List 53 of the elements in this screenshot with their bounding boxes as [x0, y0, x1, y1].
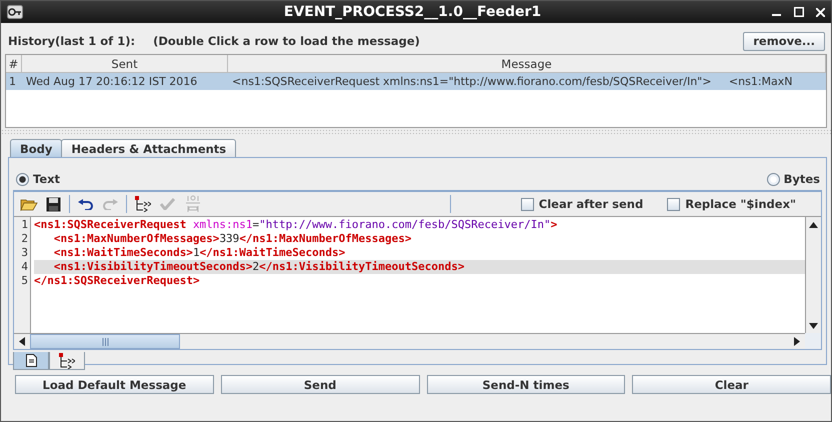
- view-tab[interactable]: [49, 352, 85, 370]
- line-number: 3: [20, 246, 29, 260]
- scroll-right-icon[interactable]: [794, 337, 800, 346]
- check-icon: [160, 198, 175, 210]
- column-header[interactable]: #: [6, 55, 22, 73]
- table-cell[interactable]: <ns1:SQSReceiverRequest xmlns:ns1="http://www.fiorano.com/fesb/SQSReceiver/In"> <ns1:MaxN: [228, 73, 826, 90]
- document-icon: [26, 354, 36, 367]
- history-label: History(last 1 of 1):: [8, 34, 136, 48]
- window-title: EVENT_PROCESS2__1.0__Feeder1: [282, 4, 542, 20]
- scroll-left-icon[interactable]: [19, 337, 25, 346]
- tree-icon: [134, 196, 150, 212]
- save-icon: [46, 196, 61, 212]
- close-icon[interactable]: [816, 8, 825, 16]
- checkbox-label: Replace "$index": [685, 197, 796, 211]
- tab[interactable]: Body: [10, 139, 62, 157]
- xml-icon: [184, 195, 200, 213]
- checkbox[interactable]: [667, 198, 680, 210]
- radio-button[interactable]: [766, 172, 780, 186]
- scroll-up-icon[interactable]: [809, 222, 818, 228]
- scroll-down-icon[interactable]: [809, 323, 818, 329]
- history-hint: (Double Click a row to load the message): [153, 34, 420, 48]
- checkbox[interactable]: [520, 198, 534, 210]
- code-line: <ns1:MaxNumberOfMessages>339</ns1:MaxNumberOfMessages>: [52, 232, 412, 246]
- folder-icon: [20, 197, 38, 211]
- app-icon: [7, 5, 23, 19]
- radio-label: Text: [33, 172, 60, 186]
- tree-icon: [59, 352, 75, 368]
- tab[interactable]: Headers & Attachments: [61, 139, 236, 157]
- column-header[interactable]: Sent: [22, 55, 228, 73]
- view-tab[interactable]: [13, 352, 49, 370]
- undo-icon: [78, 198, 93, 210]
- scrollbar-thumb[interactable]: [30, 334, 180, 349]
- radio-button[interactable]: [16, 172, 29, 186]
- redo-icon: [103, 198, 118, 210]
- table-cell[interactable]: Wed Aug 17 20:16:12 IST 2016: [22, 73, 228, 90]
- minimize-icon[interactable]: [772, 14, 781, 16]
- checkbox-label: Clear after send: [538, 197, 644, 211]
- line-number: 1: [20, 218, 29, 232]
- action-button[interactable]: Load Default Message: [15, 375, 214, 394]
- remove-button[interactable]: remove...: [743, 32, 825, 50]
- action-button[interactable]: Send: [220, 375, 420, 394]
- maximize-icon[interactable]: [794, 7, 804, 17]
- action-button[interactable]: Send-N times: [426, 375, 626, 394]
- line-number: 2: [20, 232, 29, 246]
- line-number: 4: [20, 260, 29, 274]
- radio-label: Bytes: [784, 172, 820, 186]
- column-header[interactable]: Message: [228, 55, 826, 73]
- action-button[interactable]: Clear: [632, 375, 831, 394]
- table-cell[interactable]: 1: [6, 73, 22, 90]
- code-line: </ns1:SQSReceiverRequest>: [34, 274, 201, 288]
- code-line: <ns1:SQSReceiverRequest xmlns:ns1="http://www.fiorano.com/fesb/SQSReceiver/In">: [34, 218, 558, 232]
- code-line: <ns1:WaitTimeSeconds>1</ns1:WaitTimeSeconds>: [52, 246, 346, 260]
- line-number: 5: [20, 274, 29, 288]
